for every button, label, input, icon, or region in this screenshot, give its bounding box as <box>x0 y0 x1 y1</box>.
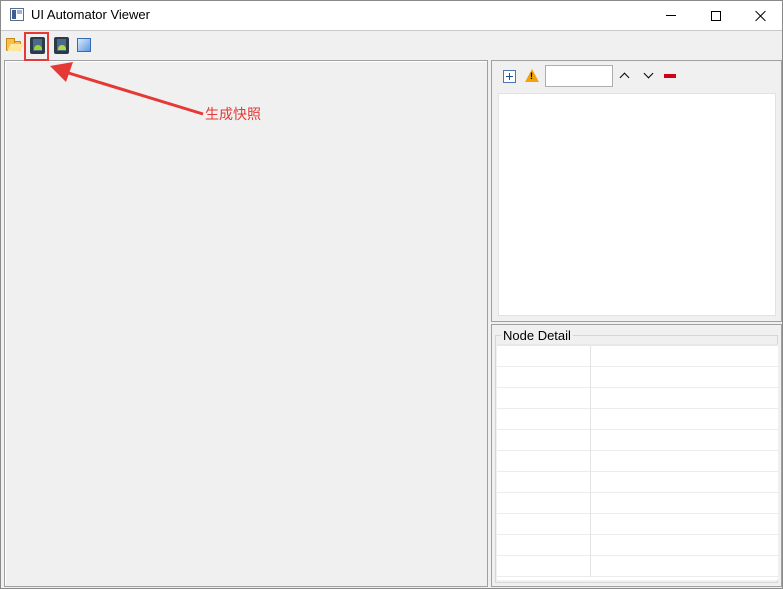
hierarchy-toolbar <box>492 61 781 91</box>
close-icon <box>755 10 767 22</box>
hierarchy-tree[interactable] <box>498 93 776 316</box>
table-row[interactable] <box>497 493 778 514</box>
chevron-up-icon <box>619 72 630 83</box>
table-row[interactable] <box>497 346 778 367</box>
table-cell-key <box>497 472 591 493</box>
save-button[interactable] <box>75 37 93 54</box>
screenshot-pane[interactable] <box>4 60 488 587</box>
table-cell-key <box>497 409 591 430</box>
table-cell-key <box>497 493 591 514</box>
minimize-icon <box>666 15 676 16</box>
title-bar: UI Automator Viewer <box>1 1 782 30</box>
highlight-box <box>24 32 49 61</box>
chevron-down-icon <box>643 68 654 79</box>
table-cell-key <box>497 346 591 367</box>
table-cell-key <box>497 535 591 556</box>
table-row[interactable] <box>497 556 778 577</box>
node-detail-table[interactable] <box>497 344 778 580</box>
table-row[interactable] <box>497 535 778 556</box>
table-row[interactable] <box>497 514 778 535</box>
table-cell-key <box>497 514 591 535</box>
clear-icon[interactable] <box>664 74 676 78</box>
next-button[interactable] <box>642 68 656 83</box>
close-button[interactable] <box>738 1 783 30</box>
table-row[interactable] <box>497 409 778 430</box>
save-icon <box>77 38 91 52</box>
table-cell-key <box>497 430 591 451</box>
table-cell-key <box>497 388 591 409</box>
table-row[interactable] <box>497 472 778 493</box>
app-window: UI Automator Viewer ! Node Detail <box>0 0 783 589</box>
node-detail-label: Node Detail <box>501 328 573 343</box>
table-row[interactable] <box>497 388 778 409</box>
filter-input[interactable] <box>545 65 613 87</box>
window-title: UI Automator Viewer <box>31 7 150 22</box>
minimize-button[interactable] <box>648 1 694 30</box>
main-toolbar <box>1 31 782 58</box>
node-detail-pane: Node Detail <box>491 324 782 587</box>
device-screenshot-compressed-icon <box>54 37 69 54</box>
hierarchy-pane <box>491 60 782 322</box>
open-folder-icon <box>6 38 21 51</box>
table-row[interactable] <box>497 451 778 472</box>
open-button[interactable] <box>5 37 23 54</box>
maximize-button[interactable] <box>693 1 739 30</box>
maximize-icon <box>711 10 721 21</box>
warning-icon[interactable] <box>525 69 539 82</box>
table-cell-key <box>497 451 591 472</box>
table-cell-key <box>497 367 591 388</box>
expand-all-icon[interactable] <box>503 70 516 83</box>
previous-button[interactable] <box>618 69 632 83</box>
table-cell-key <box>497 556 591 577</box>
table-row[interactable] <box>497 430 778 451</box>
app-icon <box>10 8 24 21</box>
table-row[interactable] <box>497 367 778 388</box>
device-screenshot-compressed-button[interactable] <box>52 37 70 54</box>
annotation-label: 生成快照 <box>205 107 261 123</box>
